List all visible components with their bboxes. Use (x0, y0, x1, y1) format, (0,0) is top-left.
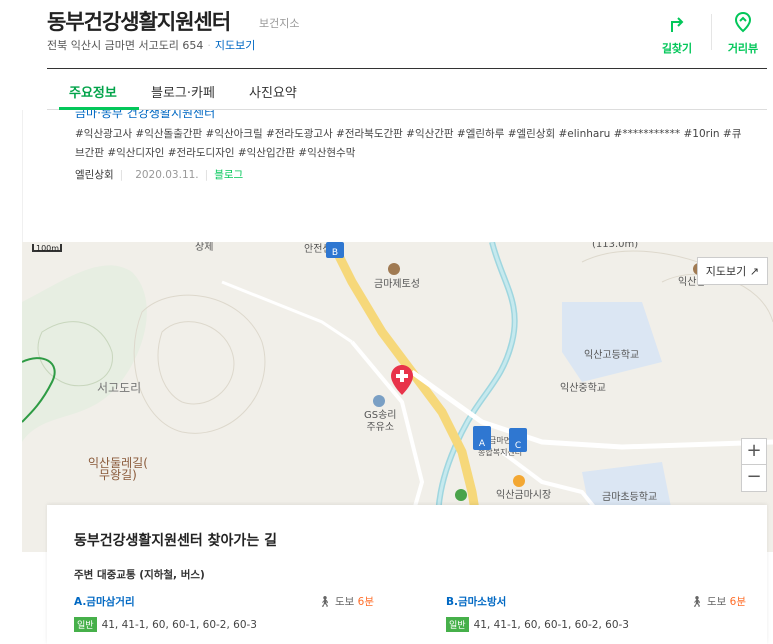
zoom-in-button[interactable]: + (742, 439, 766, 465)
bus-stop-c-icon[interactable]: C (509, 428, 527, 452)
landmark-icon (388, 263, 400, 275)
walk-icon: 🚶︎ (690, 596, 704, 608)
place-category: 보건지소 (259, 17, 300, 30)
map-label-top-left: 상제 (195, 242, 214, 253)
place-marker-icon[interactable] (390, 364, 414, 396)
walk-minutes: 6분 (357, 596, 374, 608)
walk-label: 도보 (706, 596, 727, 608)
map-scale: 100m (32, 244, 62, 253)
map-label-walkway: 익산둘레길( 무왕길) (88, 456, 148, 482)
zoom-out-button[interactable]: − (742, 465, 766, 491)
stop-routes: 일반 41, 41-1, 60, 60-1, 60-2, 60-3 (74, 617, 374, 632)
directions-panel: 동부건강생활지원센터 찾아가는 길 주변 대중교통 (지하철, 버스) A.금마… (47, 505, 767, 644)
bus-stop-b-icon[interactable]: B (326, 242, 344, 258)
map-label-elevation: (113.0m) (592, 242, 639, 250)
map-label-market[interactable]: 익산금마시장 (496, 490, 551, 502)
location-pin-icon (734, 11, 752, 33)
action-divider (711, 14, 712, 50)
tab-blog-cafe[interactable]: 블로그·카페 (151, 82, 215, 101)
map-label-high-school[interactable]: 익산고등학교 (584, 350, 639, 362)
distance-view-label: 거리뷰 (727, 42, 759, 55)
route-numbers: 41, 41-1, 60, 60-1, 60-2, 60-3 (101, 619, 257, 631)
map-label-seogodori: 서고도리 (97, 381, 142, 395)
place-title: 동부건강생활지원센터 (47, 10, 231, 34)
transit-stop-a[interactable]: A.금마삼거리 🚶︎ 도보 6분 일반 41, 41-1, 60, 60-1, 6… (74, 594, 374, 632)
directions-button[interactable]: 길찾기 (647, 10, 707, 56)
bus-type-badge: 일반 (74, 617, 97, 632)
expand-icon: ↗ (749, 265, 759, 278)
market-icon (513, 475, 525, 487)
address-separator: · (207, 39, 211, 52)
open-map-button[interactable]: 지도보기 ↗ (696, 257, 768, 285)
blog-author: 엘린상회 (75, 169, 114, 181)
walk-minutes: 6분 (729, 596, 746, 608)
bus-stop-a-icon[interactable]: A (473, 426, 491, 450)
stop-walk-time: 🚶︎ 도보 6분 (690, 594, 746, 609)
map-label-gas-station[interactable]: GS송리 주유소 (364, 410, 397, 434)
open-map-label: 지도보기 (705, 265, 747, 278)
tab-bar: 주요정보 블로그·카페 사진요약 (47, 68, 767, 110)
walk-label: 도보 (334, 596, 355, 608)
directions-title: 동부건강생활지원센터 찾아가는 길 (74, 533, 277, 549)
map-label-geumma-post: 금마제토성 (374, 279, 420, 290)
svg-text:B: B (332, 248, 338, 258)
stop-routes: 일반 41, 41-1, 60, 60-1, 60-2, 60-3 (446, 617, 746, 632)
blog-review-item[interactable]: 금마·동부 건강생활지원센터 #익산광고사 #익산돌출간판 #익산아크릴 #전라… (22, 106, 773, 242)
blog-hashtags: #익산광고사 #익산돌출간판 #익산아크릴 #전라도광고사 #전라북도간판 #익… (75, 128, 742, 159)
map-view-link[interactable]: 지도보기 (215, 39, 255, 52)
map-label-elementary[interactable]: 금마초등학교 (602, 492, 657, 504)
bus-type-badge: 일반 (446, 617, 469, 632)
walk-icon: 🚶︎ (318, 596, 332, 608)
gas-station-icon (373, 395, 385, 407)
map-label-middle-school[interactable]: 익산중학교 (560, 383, 606, 395)
transit-subtitle: 주변 대중교통 (지하철, 버스) (74, 569, 205, 581)
address-text: 전북 익산시 금마면 서고도리 654 (47, 39, 204, 52)
directions-icon (671, 17, 684, 32)
zoom-control: + − (741, 438, 767, 492)
blog-meta: 엘린상회 | 2020.03.11. | 블로그 (75, 167, 243, 182)
distance-view-button[interactable]: 거리뷰 (713, 10, 773, 56)
meta-divider: | (204, 169, 209, 181)
place-address: 전북 익산시 금마면 서고도리 654 · 지도보기 (47, 37, 255, 53)
stop-walk-time: 🚶︎ 도보 6분 (318, 594, 374, 609)
active-tab-indicator (59, 107, 139, 110)
transit-stop-b[interactable]: B.금마소방서 🚶︎ 도보 6분 일반 41, 41-1, 60, 60-1, 6… (446, 594, 746, 632)
blog-date: 2020.03.11. (135, 169, 199, 181)
blog-source: 블로그 (214, 169, 244, 181)
park-icon (455, 489, 467, 501)
place-header: 동부건강생활지원센터 보건지소 전북 익산시 금마면 서고도리 654 · 지도보기… (0, 0, 773, 110)
svg-text:C: C (515, 441, 521, 451)
meta-divider: | (119, 169, 124, 181)
tab-photo-summary[interactable]: 사진요약 (249, 82, 297, 101)
tab-main-info[interactable]: 주요정보 (69, 82, 117, 101)
directions-label: 길찾기 (661, 42, 693, 55)
svg-text:A: A (479, 439, 486, 449)
route-numbers: 41, 41-1, 60, 60-1, 60-2, 60-3 (473, 619, 629, 631)
